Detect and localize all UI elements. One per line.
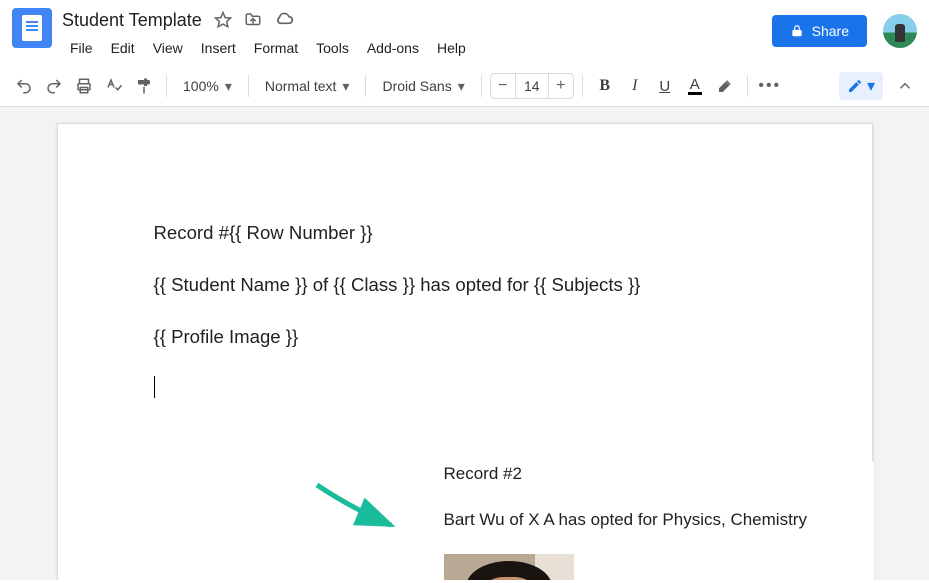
undo-icon[interactable]: [10, 72, 38, 100]
menu-insert[interactable]: Insert: [193, 36, 244, 60]
zoom-value: 100%: [183, 78, 219, 94]
redo-icon[interactable]: [40, 72, 68, 100]
template-sentence-line[interactable]: {{ Student Name }} of {{ Class }} has op…: [154, 272, 776, 298]
template-record-line[interactable]: Record #{{ Row Number }}: [154, 220, 776, 246]
spellcheck-icon[interactable]: [100, 72, 128, 100]
paragraph-style-value: Normal text: [265, 78, 337, 94]
document-title[interactable]: Student Template: [62, 10, 202, 31]
template-image-line[interactable]: {{ Profile Image }}: [154, 324, 776, 350]
highlight-button[interactable]: [711, 72, 739, 100]
menu-edit[interactable]: Edit: [103, 36, 143, 60]
result-callout: Record #2 Bart Wu of X A has opted for P…: [444, 462, 874, 580]
share-label: Share: [812, 23, 849, 39]
font-size-input[interactable]: [515, 74, 549, 98]
toolbar: 100% ▾ Normal text ▾ Droid Sans ▾ − + B …: [0, 66, 929, 107]
document-page[interactable]: Record #{{ Row Number }} {{ Student Name…: [57, 123, 873, 580]
caret-down-icon: ▾: [342, 78, 349, 95]
account-avatar[interactable]: [883, 14, 917, 48]
caret-down-icon: ▾: [225, 78, 232, 95]
underline-button[interactable]: U: [651, 72, 679, 100]
menu-help[interactable]: Help: [429, 36, 474, 60]
cloud-status-icon[interactable]: [274, 10, 294, 30]
pencil-icon: [847, 78, 863, 94]
docs-logo-icon[interactable]: [12, 8, 52, 48]
move-icon[interactable]: [244, 11, 262, 29]
text-color-button[interactable]: A: [681, 72, 709, 100]
share-button[interactable]: Share: [772, 15, 867, 47]
paint-format-icon[interactable]: [130, 72, 158, 100]
callout-body: Bart Wu of X A has opted for Physics, Ch…: [444, 508, 874, 532]
font-value: Droid Sans: [382, 78, 451, 94]
font-size-group: − +: [490, 73, 574, 99]
menu-addons[interactable]: Add-ons: [359, 36, 427, 60]
annotation-arrow-icon: [313, 479, 403, 539]
font-size-increase-button[interactable]: +: [549, 74, 573, 98]
callout-heading: Record #2: [444, 462, 874, 486]
italic-button[interactable]: I: [621, 72, 649, 100]
font-dropdown[interactable]: Droid Sans ▾: [374, 72, 472, 100]
document-body[interactable]: Record #{{ Row Number }} {{ Student Name…: [154, 220, 776, 398]
document-canvas[interactable]: Record #{{ Row Number }} {{ Student Name…: [0, 107, 929, 580]
lock-icon: [790, 24, 804, 38]
editing-mode-button[interactable]: ▾: [839, 72, 883, 100]
zoom-dropdown[interactable]: 100% ▾: [175, 72, 240, 100]
menu-format[interactable]: Format: [246, 36, 306, 60]
profile-photo: [444, 554, 574, 580]
bold-button[interactable]: B: [591, 72, 619, 100]
star-icon[interactable]: [214, 11, 232, 29]
more-toolbar-icon[interactable]: •••: [756, 72, 784, 100]
caret-down-icon: ▾: [458, 78, 465, 95]
menu-view[interactable]: View: [145, 36, 191, 60]
font-size-decrease-button[interactable]: −: [491, 74, 515, 98]
collapse-toolbar-icon[interactable]: [891, 72, 919, 100]
title-bar: Student Template File Edit View Insert F…: [0, 0, 929, 60]
paragraph-style-dropdown[interactable]: Normal text ▾: [257, 72, 358, 100]
menu-bar: File Edit View Insert Format Tools Add-o…: [62, 36, 772, 60]
caret-down-icon: ▾: [867, 76, 875, 96]
menu-tools[interactable]: Tools: [308, 36, 357, 60]
print-icon[interactable]: [70, 72, 98, 100]
text-cursor: [154, 376, 156, 398]
menu-file[interactable]: File: [62, 36, 101, 60]
